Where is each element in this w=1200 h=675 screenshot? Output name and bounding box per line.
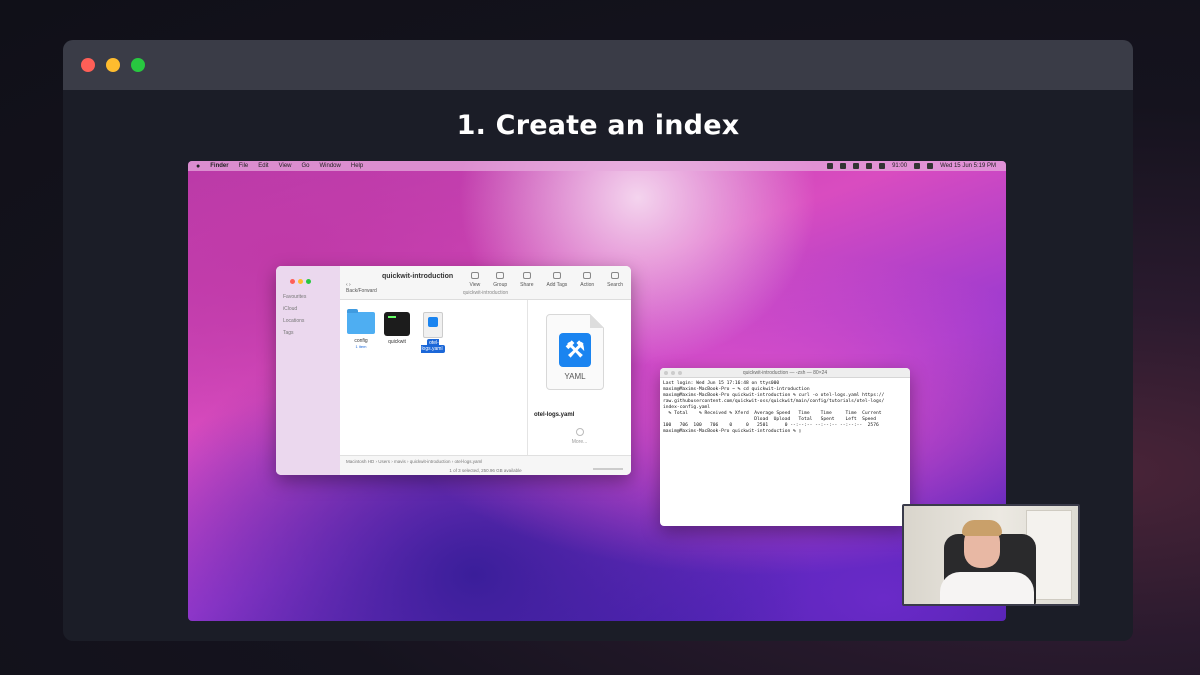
search-icon [611, 272, 620, 279]
status-app-icon[interactable] [866, 163, 873, 169]
view-button[interactable]: View [469, 272, 480, 288]
menubar-item-help[interactable]: Help [351, 163, 363, 169]
terminal-title-bar: quickwit-introduction — -zsh — 80×24 [660, 368, 910, 378]
menubar-app-name[interactable]: Finder [210, 163, 228, 169]
terminal-window[interactable]: quickwit-introduction — -zsh — 80×24 Las… [660, 368, 910, 526]
more-icon [575, 428, 584, 436]
tag-icon [552, 272, 561, 279]
menubar-item-view[interactable]: View [279, 163, 292, 169]
menubar-item-go[interactable]: Go [302, 163, 310, 169]
menubar-status-area: 91:00 Wed 15 Jun 5:19 PM [827, 163, 996, 169]
status-app-icon[interactable] [840, 163, 847, 169]
apple-icon[interactable]: ● [196, 163, 200, 170]
preview-more-button[interactable]: More... [528, 428, 631, 445]
folder-icon [347, 309, 375, 334]
finder-path-header: quickwit-introduction [462, 290, 509, 296]
slide-title: 1. Create an index [456, 110, 740, 141]
close-window-button[interactable] [81, 58, 95, 72]
search-icon[interactable] [927, 163, 934, 169]
finder-sidebar: Favourites iCloud Locations Tags [276, 266, 340, 475]
status-app-icon[interactable] [827, 163, 834, 169]
sidebar-section-locations[interactable]: Locations [276, 312, 340, 324]
status-app-icon[interactable] [879, 163, 886, 169]
file-item-quickwit[interactable]: quickwit [380, 312, 414, 345]
preview-file-name: otel-logs.yaml [534, 412, 575, 418]
view-icon [470, 272, 479, 279]
terminal-minimize-button[interactable] [671, 371, 675, 375]
menubar-clock[interactable]: Wed 15 Jun 5:19 PM [940, 163, 996, 169]
macos-desktop-recording: ● Finder File Edit View Go Window Help 9… [188, 161, 1006, 621]
finder-selection-status: 1 of 3 selected, 250.96 GB available [449, 468, 522, 473]
yaml-preview-icon: ⚒ YAML [546, 314, 604, 390]
terminal-zoom-button[interactable] [678, 371, 682, 375]
finder-tool-group: View Group Share Add Tags Action Search [469, 272, 623, 288]
finder-preview-pane: ⚒ YAML otel-logs.yaml More... [527, 300, 631, 455]
finder-traffic-lights [283, 273, 311, 284]
macos-menubar: ● Finder File Edit View Go Window Help 9… [188, 161, 1006, 171]
finder-status-bar: Macintosh HD › Users › mavis › quickwit-… [340, 455, 631, 475]
share-icon [522, 272, 531, 279]
finder-path-bar[interactable]: Macintosh HD › Users › mavis › quickwit-… [346, 459, 482, 464]
action-icon [583, 272, 592, 279]
terminal-title: quickwit-introduction — -zsh — 80×24 [742, 370, 828, 376]
finder-file-grid: config 1 item quickwit otel-logs.yaml [340, 300, 527, 455]
file-item-config[interactable]: config 1 item [344, 309, 378, 349]
terminal-prompt-line: maxim@Maxims-MacBook-Pro quickwit-introd… [663, 429, 802, 434]
add-tags-button[interactable]: Add Tags [546, 272, 567, 288]
sidebar-section-favourites[interactable]: Favourites [276, 288, 340, 300]
terminal-close-button[interactable] [664, 371, 668, 375]
zoom-window-button[interactable] [131, 58, 145, 72]
action-button[interactable]: Action [580, 272, 594, 288]
minimize-window-button[interactable] [106, 58, 120, 72]
file-item-otel-logs[interactable]: otel-logs.yaml [416, 312, 450, 353]
finder-window-title: quickwit-introduction [382, 273, 454, 280]
yaml-file-icon [423, 312, 443, 338]
sidebar-section-tags[interactable]: Tags [276, 324, 340, 336]
presenter-webcam-overlay [902, 504, 1080, 606]
search-button[interactable]: Search [607, 272, 623, 288]
webcam-presenter-hair [962, 520, 1002, 536]
terminal-output[interactable]: Last login: Wed Jun 15 17:16:48 on ttys0… [660, 378, 910, 438]
webcam-presenter-body [940, 572, 1034, 604]
menubar-item-edit[interactable]: Edit [258, 163, 268, 169]
share-button[interactable]: Share [520, 272, 533, 288]
terminal-traffic-lights [664, 371, 682, 375]
group-button[interactable]: Group [493, 272, 507, 288]
icon-size-slider[interactable] [593, 468, 623, 470]
window-title-bar [63, 40, 1133, 90]
menubar-item-window[interactable]: Window [320, 163, 341, 169]
battery-readout[interactable]: 91:00 [892, 163, 907, 169]
finder-zoom-button[interactable] [306, 279, 311, 284]
wifi-icon[interactable] [914, 163, 921, 169]
finder-minimize-button[interactable] [298, 279, 303, 284]
finder-close-button[interactable] [290, 279, 295, 284]
status-app-icon[interactable] [853, 163, 860, 169]
sidebar-section-icloud[interactable]: iCloud [276, 300, 340, 312]
group-icon [496, 272, 505, 279]
menubar-item-file[interactable]: File [239, 163, 249, 169]
executable-icon [384, 312, 410, 336]
finder-window[interactable]: Favourites iCloud Locations Tags ‹ › Back… [276, 266, 631, 475]
